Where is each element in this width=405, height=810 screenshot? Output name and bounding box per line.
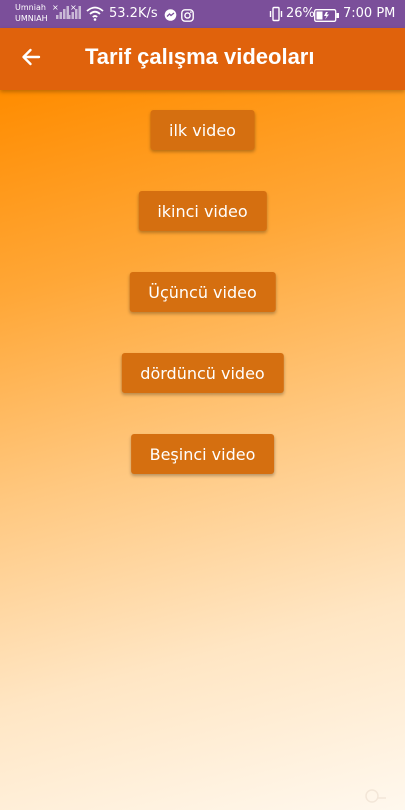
status-bar: Umniah UMNIAH × × 53.2K/s 26% 7:00 PM — [0, 0, 405, 28]
video-button-5[interactable]: Beşinci video — [130, 434, 275, 474]
wifi-icon — [86, 5, 104, 21]
network-speed: 53.2K/s — [109, 6, 158, 21]
video-button-4[interactable]: dördüncü video — [121, 353, 284, 393]
watermark-logo-icon — [364, 788, 388, 804]
instagram-icon — [181, 7, 194, 22]
signal-icon-2 — [68, 6, 84, 20]
arrow-left-icon — [20, 46, 42, 73]
page-title: Tarif çalışma videoları — [85, 44, 315, 69]
back-button[interactable] — [12, 40, 50, 78]
battery-percent: 26% — [286, 6, 315, 21]
messenger-icon — [164, 7, 177, 21]
carrier-bottom: UMNIAH — [15, 14, 48, 23]
video-button-3[interactable]: Üçüncü video — [129, 272, 276, 312]
video-button-2[interactable]: ikinci video — [138, 191, 267, 231]
video-button-1[interactable]: ilk video — [150, 110, 255, 150]
vibrate-icon — [268, 6, 284, 22]
app-bar: Tarif çalışma videoları — [0, 28, 405, 90]
carrier-label: Umniah UMNIAH — [15, 2, 48, 24]
battery-icon — [314, 7, 340, 22]
carrier-top: Umniah — [15, 3, 46, 12]
video-list-screen: ilk video ikinci video Üçüncü video dörd… — [0, 90, 405, 810]
status-clock: 7:00 PM — [343, 6, 396, 21]
